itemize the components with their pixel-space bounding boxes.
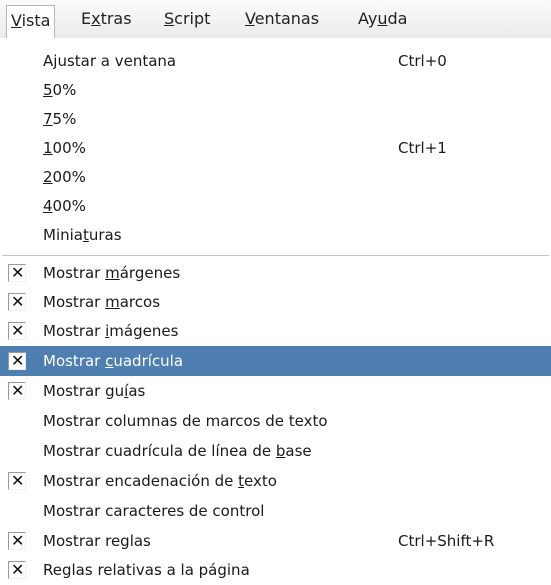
menu-item-label: Miniaturas [43,226,122,244]
menu-ayuda[interactable]: Ayuda [354,6,411,32]
menu-item-label: Reglas relativas a la página [43,561,250,579]
shortcut-label: Ctrl+0 [398,52,447,70]
menu-script[interactable]: Script [160,6,214,32]
menu-extras-label-rest: tras [100,9,132,28]
checkbox: ✕ [8,381,26,400]
menu-ayuda-label-rest: da [387,9,408,28]
checkbox: ✕ [8,560,26,579]
check-icon: ✕ [11,531,25,550]
vista-dropdown-menu: Ajustar a ventana Ctrl+0 50% 75% 100% Ct… [0,38,551,580]
menu-item-label: 50% [43,81,77,99]
menu-item-label: Mostrar encadenación de texto [43,472,277,490]
menu-item-mostrar-cuadricula-de-linea-de-base[interactable]: Mostrar cuadrícula de línea de base [0,436,551,466]
menu-bar: Vista Extras Script Ventanas Ayuda [0,0,551,39]
menu-item-label: Mostrar cuadrícula [43,352,184,370]
menu-ventanas-mnemonic: V [245,9,255,28]
checkbox: ✕ [8,351,26,370]
menu-item-mostrar-cuadricula[interactable]: ✕ Mostrar cuadrícula [0,346,551,376]
menu-item-mostrar-guias[interactable]: ✕ Mostrar guías [0,376,551,406]
menu-item-mostrar-imagenes[interactable]: ✕ Mostrar imágenes [0,316,551,346]
menu-item-ajustar-a-ventana[interactable]: Ajustar a ventana Ctrl+0 [0,46,551,76]
menu-extras-label: E [81,9,92,28]
checkbox: ✕ [8,471,26,490]
menu-item-label: 75% [43,110,77,128]
menu-item-label: Mostrar márgenes [43,264,181,282]
check-icon: ✕ [11,471,25,490]
shortcut-label: Ctrl+Shift+R [398,532,495,550]
menu-item-label: Mostrar reglas [43,532,151,550]
shortcut-label: Ctrl+1 [398,139,447,157]
menu-item-zoom-50[interactable]: 50% [0,75,551,105]
check-icon: ✕ [11,292,25,311]
menu-item-mostrar-caracteres-de-control[interactable]: Mostrar caracteres de control [0,496,551,526]
menu-item-label: Mostrar guías [43,382,146,400]
menu-item-label: 200% [43,168,86,186]
check-icon: ✕ [11,321,25,340]
menu-item-label: Mostrar caracteres de control [43,502,265,520]
menu-item-label: Mostrar columnas de marcos de texto [43,412,328,430]
menu-extras-mnemonic: x [91,9,101,28]
menu-item-zoom-200[interactable]: 200% [0,162,551,192]
check-icon: ✕ [11,381,25,400]
menu-item-zoom-75[interactable]: 75% [0,104,551,134]
menu-item-miniaturas[interactable]: Miniaturas [0,220,551,250]
menu-ventanas[interactable]: Ventanas [241,6,323,32]
checkbox: ✕ [8,292,26,311]
menu-item-mostrar-margenes[interactable]: ✕ Mostrar márgenes [0,258,551,288]
check-icon: ✕ [11,560,25,579]
menu-separator [2,255,549,256]
checkbox: ✕ [8,321,26,340]
check-icon: ✕ [11,351,25,370]
checkbox: ✕ [8,531,26,550]
menu-item-mostrar-marcos[interactable]: ✕ Mostrar marcos [0,287,551,317]
check-icon: ✕ [11,263,25,282]
menu-extras[interactable]: Extras [77,6,136,32]
menu-vista-mnemonic: V [11,11,22,30]
menu-item-reglas-relativas-a-la-pagina[interactable]: ✕ Reglas relativas a la página [0,555,551,585]
menu-item-label: Mostrar imágenes [43,322,179,340]
menu-vista-label-rest: ista [21,11,51,30]
menu-item-mostrar-columnas-de-marcos-de-texto[interactable]: Mostrar columnas de marcos de texto [0,406,551,436]
menu-ventanas-label-rest: entanas [254,9,320,28]
menu-script-label-rest: cript [174,9,211,28]
menu-item-mostrar-reglas[interactable]: ✕ Mostrar reglas Ctrl+Shift+R [0,526,551,556]
menu-item-zoom-400[interactable]: 400% [0,191,551,221]
menu-item-label: Mostrar marcos [43,293,161,311]
menu-script-mnemonic: S [164,9,175,28]
menu-ayuda-mnemonic: u [377,9,388,28]
checkbox: ✕ [8,263,26,282]
menu-vista[interactable]: Vista [6,5,56,39]
menu-ayuda-label: Ay [358,9,378,28]
menu-item-label: 400% [43,197,86,215]
menu-item-zoom-100[interactable]: 100% Ctrl+1 [0,133,551,163]
menu-item-mostrar-encadenacion-de-texto[interactable]: ✕ Mostrar encadenación de texto [0,466,551,496]
menu-item-label: Mostrar cuadrícula de línea de base [43,442,312,460]
menu-item-label: 100% [43,139,86,157]
menu-item-label: Ajustar a ventana [43,52,177,70]
